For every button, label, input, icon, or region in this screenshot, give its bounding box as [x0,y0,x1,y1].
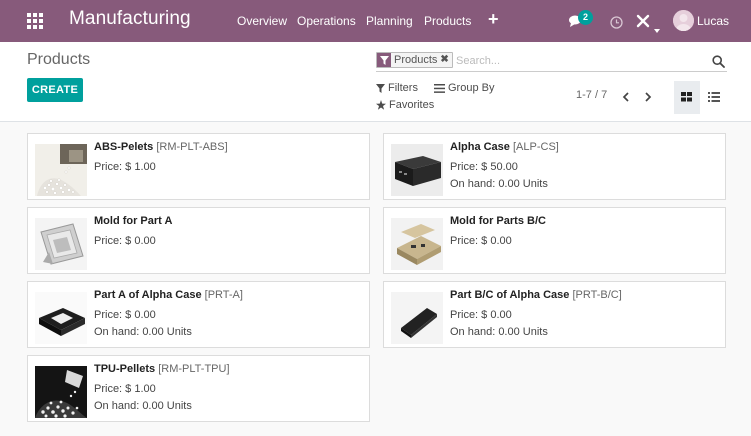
activity-clock-icon[interactable] [610,14,623,29]
menu-overview[interactable]: Overview [237,14,287,28]
search-input[interactable] [456,53,706,68]
product-image [35,292,87,344]
product-image [391,218,443,270]
product-ref: [RM-PLT-TPU] [158,363,230,375]
user-avatar[interactable] [673,10,694,31]
product-card[interactable]: Part B/C of Alpha Case [PRT-B/C] Price: … [383,281,726,348]
menu-operations[interactable]: Operations [297,14,356,28]
create-button[interactable]: CREATE [27,78,83,102]
search-facet: Products ✖ [376,52,453,68]
group-by-dropdown[interactable]: Group By [434,82,494,94]
product-card[interactable]: Mold for Part A Price: $ 0.00 [27,207,370,274]
product-title: Part A of Alpha Case [PRT-A] [94,289,243,301]
product-image [35,144,87,196]
breadcrumb: Products [27,51,91,68]
product-card[interactable]: ABS-Pelets [RM-PLT-ABS] Price: $ 1.00 [27,133,370,200]
star-icon [376,100,386,110]
product-title: TPU-Pellets [RM-PLT-TPU] [94,363,230,375]
product-title: Mold for Parts B/C [450,215,546,227]
quick-create-plus[interactable]: + [488,9,499,30]
menu-products[interactable]: Products [424,14,471,28]
chevron-left-icon[interactable] [621,88,631,102]
debug-tools-icon[interactable] [635,13,651,29]
product-name: Mold for Parts B/C [450,215,546,227]
product-price: Price: $ 1.00 [94,161,156,173]
product-ref: [PRT-A] [204,289,243,301]
product-price: Price: $ 1.00 [94,383,156,395]
facet-label: Products [394,54,438,66]
search-bar: Products ✖ [376,50,727,72]
list-icon [708,92,720,102]
pager-value[interactable]: 1-7 / 7 [576,89,607,101]
product-name: ABS-Pelets [94,141,154,153]
product-name: Alpha Case [450,141,510,153]
product-image [391,144,443,196]
product-card[interactable]: Alpha Case [ALP-CS] Price: $ 50.00 On ha… [383,133,726,200]
filters-label: Filters [388,82,418,94]
product-ref: [ALP-CS] [512,141,559,153]
filter-funnel-icon [377,53,391,67]
product-on-hand: On hand: 0.00 Units [450,326,548,338]
caret-down-icon[interactable] [654,18,660,33]
favorites-label: Favorites [389,99,435,111]
product-on-hand: On hand: 0.00 Units [450,178,548,190]
product-price: Price: $ 0.00 [94,235,156,247]
product-price: Price: $ 50.00 [450,161,518,173]
favorites-dropdown[interactable]: Favorites [376,99,434,111]
facet-remove-button[interactable]: ✖ [440,53,451,67]
product-title: Part B/C of Alpha Case [PRT-B/C] [450,289,622,301]
filters-dropdown[interactable]: Filters [376,82,418,94]
apps-menu-icon[interactable] [27,13,43,29]
product-name: Part A of Alpha Case [94,289,202,301]
bars-icon [434,83,445,93]
product-on-hand: On hand: 0.00 Units [94,400,192,412]
product-price: Price: $ 0.00 [94,309,156,321]
list-view-button[interactable] [701,81,727,114]
product-card[interactable]: TPU-Pellets [RM-PLT-TPU] Price: $ 1.00 O… [27,355,370,422]
product-title: ABS-Pelets [RM-PLT-ABS] [94,141,228,153]
product-ref: [RM-PLT-ABS] [156,141,228,153]
funnel-icon [376,83,385,93]
product-card[interactable]: Mold for Parts B/C Price: $ 0.00 [383,207,726,274]
product-image [35,218,87,270]
product-price: Price: $ 0.00 [450,309,512,321]
product-title: Mold for Part A [94,215,172,227]
chevron-right-icon[interactable] [643,88,653,102]
top-navbar: Manufacturing Overview Operations Planni… [0,0,751,42]
product-image [35,366,87,418]
control-panel: Products CREATE Products ✖ Filters Group… [0,42,751,122]
app-title[interactable]: Manufacturing [69,8,191,30]
search-icon[interactable] [712,53,725,68]
product-ref: [PRT-B/C] [572,289,622,301]
user-name[interactable]: Lucas [697,14,729,28]
product-name: Mold for Part A [94,215,173,227]
product-name: TPU-Pellets [94,363,156,375]
group-by-label: Group By [448,82,495,94]
product-name: Part B/C of Alpha Case [450,289,570,301]
product-card[interactable]: Part A of Alpha Case [PRT-A] Price: $ 0.… [27,281,370,348]
product-price: Price: $ 0.00 [450,235,512,247]
messages-count-badge: 2 [578,10,593,25]
product-on-hand: On hand: 0.00 Units [94,326,192,338]
kanban-view-button[interactable] [674,81,700,114]
product-title: Alpha Case [ALP-CS] [450,141,559,153]
menu-planning[interactable]: Planning [366,14,413,28]
product-image [391,292,443,344]
kanban-grid-icon [681,92,692,102]
